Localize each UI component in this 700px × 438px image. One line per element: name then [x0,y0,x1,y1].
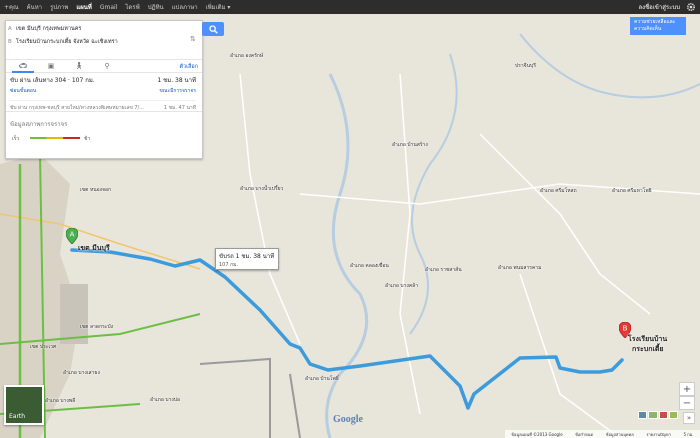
search-button[interactable] [202,22,224,36]
travel-mode-tabs: 🚗︎ ▣ 🚶︎ ⚲ ตัวเลือก [6,59,202,73]
layer-thumb[interactable] [638,411,648,419]
car-mode-icon[interactable]: 🚗︎ [12,61,34,73]
footer-report-link[interactable]: รายงานปัญหา [646,431,671,438]
layer-thumbnails[interactable] [638,411,678,419]
origin-row[interactable]: A เขต มีนบุรี กรุงเทพมหานคร [8,24,81,34]
nav-item-translate[interactable]: แปลภาษา [168,2,202,12]
destination-letter: B [8,39,12,45]
marker-a-letter: A [70,231,75,239]
place-label: อำเภอ บางเสาธง [63,370,100,376]
route-option-1[interactable]: ขับ ผ่าน เส้นทาง 304 · 107 กม. 1 ชม. 38 … [10,75,196,95]
top-nav-bar: +คุณ ค้นหา รูปภาพ แผนที่ Gmail ไดรฟ์ ปฏิ… [0,0,700,14]
marker-a-label: เขต มีนบุรี [78,244,110,252]
place-label: อำเภอ บางพลี [45,398,76,404]
nav-item-images[interactable]: รูปภาพ [46,2,72,12]
walk-mode-icon[interactable]: 🚶︎ [68,61,90,71]
layer-thumb[interactable] [668,411,678,419]
traffic-fast-label: เร็ว [12,136,20,142]
airport-area [60,284,88,344]
map-footer: ข้อมูลแผนที่ ©2013 Google ข้อกำหนด ข้อมู… [505,430,700,438]
transit-mode-icon[interactable]: ▣ [40,61,62,71]
nav-item-plus-you[interactable]: +คุณ [0,2,23,12]
zoom-in-button[interactable]: + [679,382,695,396]
zoom-out-button[interactable]: − [679,396,695,410]
layer-thumb[interactable] [658,411,668,419]
marker-a-icon[interactable]: A [66,228,78,244]
place-label: อำเภอ บ้านโพธิ์ [305,376,339,382]
search-icon [208,24,218,34]
signin-link[interactable]: ลงชื่อเข้าสู่ระบบ [632,2,686,12]
footer-terms-link[interactable]: ข้อกำหนด [575,431,593,438]
help-feedback-box[interactable]: ความช่วยเหลือและความคิดเห็น [630,17,686,35]
footer-attribution: ข้อมูลแผนที่ ©2013 Google [511,431,563,437]
google-logo: Google [333,414,363,425]
origin-letter: A [8,26,12,32]
distance-text: 107 กม. [219,262,239,268]
destination-row[interactable]: B โรงเรียนบ้านกระบกเตี้ย จังหวัด ฉะเชิงเ… [8,37,118,47]
place-label: อำเภอ บ้านสร้าง [392,142,428,148]
traffic-title: ข้อมูลสภาพการจราจร [10,121,68,128]
traffic-info: ข้อมูลสภาพการจราจร เร็ว ช้า [6,111,202,142]
nav-item-maps[interactable]: แผนที่ [72,2,95,12]
marker-b-label-line2: กระบกเตี้ย [632,345,664,353]
hide-steps-link[interactable]: ซ่อนขั้นตอน [10,87,36,95]
place-label: อำเภอ บางคล้า [385,283,419,289]
traffic-slow-label: ช้า [84,136,91,142]
bike-mode-icon[interactable]: ⚲ [96,61,118,71]
collapse-chevron-icon[interactable]: » [683,412,695,424]
place-label: อำเภอ บางบ่อ [150,397,181,403]
duration-text: ขับรถ 1 ชม. 38 นาที [219,253,275,260]
origin-input[interactable]: เขต มีนบุรี กรุงเทพมหานคร [16,25,81,33]
place-label: เขต หนองจอก [80,187,112,193]
options-link[interactable]: ตัวเลือก [179,63,198,71]
footer-privacy-link[interactable]: ข้อมูลส่วนบุคคล [606,431,634,438]
gear-icon[interactable] [686,2,696,12]
scale-label: 5 กม. [683,431,694,437]
place-label: อำเภอ พนมสารคาม [498,265,542,271]
place-label: อำเภอ ศรีมโหสถ [540,188,577,194]
place-label: ปราจีนบุรี [515,63,536,69]
place-label: อำเภอ ราชสาส์น [425,267,462,273]
place-label: อำเภอ องครักษ์ [230,53,264,59]
place-label: อำเภอ คลองเขื่อน [350,263,389,269]
earth-label: Earth [9,413,26,420]
nav-item-more[interactable]: เพิ่มเติม ▾ [202,2,235,12]
traffic-legend-bar [30,137,80,139]
directions-panel: A เขต มีนบุรี กรุงเทพมหานคร B โรงเรียนบ้… [5,20,203,159]
place-label: เขต ลาดกระบัง [80,324,114,330]
nav-item-calendar[interactable]: ปฏิทิน [144,2,168,12]
route1-title: ขับ ผ่าน เส้นทาง 304 · 107 กม. [10,77,95,84]
route1-time: 1 ชม. 38 นาที [157,77,196,84]
marker-b-letter: B [623,325,628,333]
nav-item-drive[interactable]: ไดรฟ์ [121,2,143,12]
layer-thumb[interactable] [648,411,658,419]
place-label: เขต ประเวศ [30,344,57,350]
nav-item-search[interactable]: ค้นหา [23,2,46,12]
route-duration-callout[interactable]: ขับรถ 1 ชม. 38 นาที 107 กม. [215,248,279,270]
place-label: อำเภอ บางน้ำเปรี้ยว [240,186,284,192]
place-label: อำเภอ ศรีมหาโพธิ [612,188,652,194]
destination-input[interactable]: โรงเรียนบ้านกระบกเตี้ย จังหวัด ฉะเชิงเทร… [16,38,118,46]
earth-view-toggle[interactable]: Earth [4,385,44,425]
nav-item-gmail[interactable]: Gmail [96,4,122,11]
swap-icon[interactable]: ⇅ [190,35,196,43]
in-traffic-link[interactable]: ขณะมีการจราจร [159,87,196,95]
